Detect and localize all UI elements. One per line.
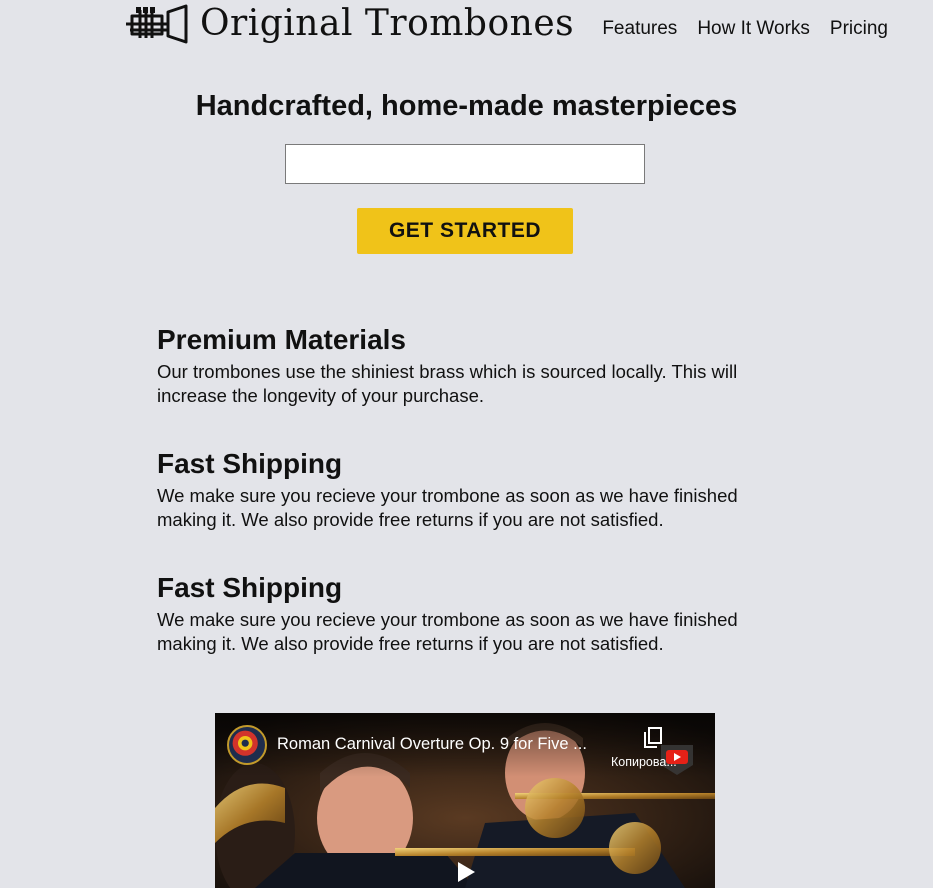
feature-text: We make sure you recieve your trombone a…	[157, 609, 738, 654]
email-input[interactable]	[285, 144, 645, 184]
play-icon[interactable]	[456, 861, 476, 883]
nav-link-pricing[interactable]: Pricing	[830, 18, 888, 40]
nav-link-how-it-works[interactable]: How It Works	[697, 18, 810, 40]
feature-item: Fast Shipping We make sure you recieve y…	[157, 444, 797, 568]
trumpet-icon	[126, 4, 188, 44]
feature-title: Premium Materials	[157, 324, 406, 355]
feature-text: Our trombones use the shiniest brass whi…	[157, 361, 738, 406]
feature-item: Fast Shipping We make sure you recieve y…	[157, 568, 797, 692]
feature-text: We make sure you recieve your trombone a…	[157, 485, 738, 530]
video-title[interactable]: Roman Carnival Overture Op. 9 for Five .…	[277, 735, 612, 754]
features-section: Premium Materials Our trombones use the …	[157, 320, 797, 692]
brand[interactable]: Original Trombones	[124, 2, 574, 46]
channel-emblem-icon	[232, 730, 258, 756]
copy-link-label[interactable]: Копирова...	[611, 755, 677, 769]
feature-title: Fast Shipping	[157, 448, 343, 479]
nav-link-features[interactable]: Features	[602, 18, 677, 40]
get-started-button[interactable]: GET STARTED	[357, 208, 573, 254]
feature-title: Fast Shipping	[157, 572, 343, 603]
hero-section: Handcrafted, home-made masterpieces GET …	[0, 84, 933, 254]
hero-title: Handcrafted, home-made masterpieces	[195, 90, 738, 122]
channel-avatar-icon[interactable]	[227, 725, 267, 765]
site-header: Original Trombones Features How It Works…	[0, 0, 933, 60]
main-nav: Features How It Works Pricing	[602, 18, 888, 40]
video-embed[interactable]: Roman Carnival Overture Op. 9 for Five .…	[215, 713, 715, 888]
brand-name: Original Trombones	[200, 3, 575, 44]
feature-item: Premium Materials Our trombones use the …	[157, 320, 797, 444]
